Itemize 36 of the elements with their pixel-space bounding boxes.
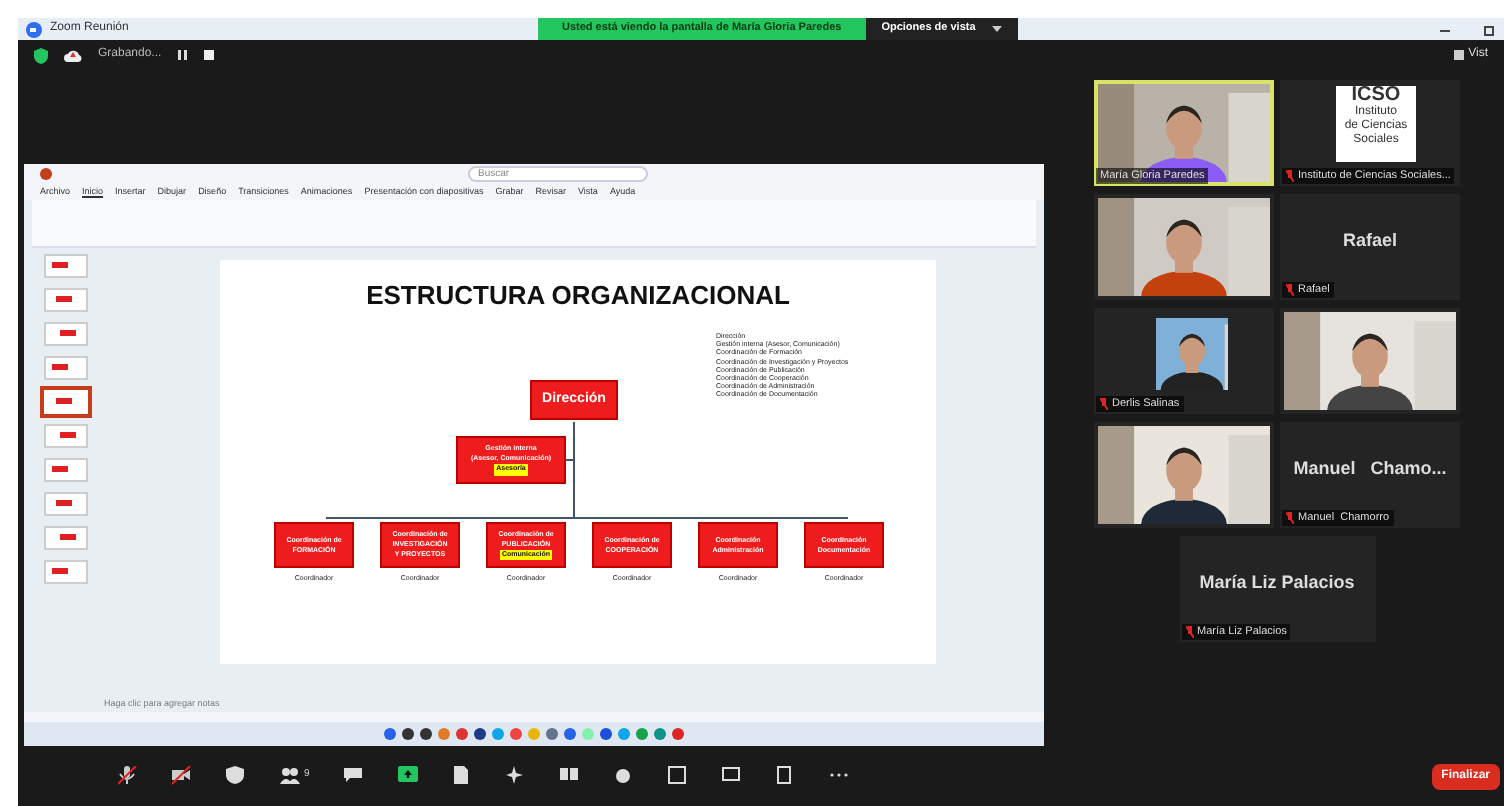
participants-icon[interactable] xyxy=(280,766,300,786)
apps-icon[interactable] xyxy=(667,766,688,786)
reaction-icon[interactable] xyxy=(613,766,634,786)
share-screen-icon[interactable] xyxy=(397,766,418,786)
muted-mic-icon[interactable] xyxy=(118,766,138,786)
whiteboard-icon[interactable] xyxy=(721,766,742,786)
slide-title: ESTRUCTURA ORGANIZACIONAL xyxy=(366,278,790,314)
slide-thumbnail[interactable] xyxy=(44,356,88,380)
slide-thumbnail[interactable] xyxy=(44,424,88,448)
slide-thumbnail[interactable] xyxy=(44,322,88,346)
shield-icon[interactable] xyxy=(226,766,246,786)
participant-name: María Liz Palacios xyxy=(1197,570,1357,596)
slide-thumbnail[interactable] xyxy=(44,526,88,550)
slide-thumbnail[interactable] xyxy=(44,254,88,278)
app-logo-icon xyxy=(40,168,52,180)
cloud-icon xyxy=(64,48,82,62)
document-icon[interactable] xyxy=(451,766,472,786)
stop-icon[interactable] xyxy=(203,50,214,60)
notes-icon[interactable] xyxy=(775,766,796,786)
layout-icon xyxy=(1454,50,1465,60)
shield-icon[interactable] xyxy=(34,47,48,63)
slide-thumbnail[interactable] xyxy=(44,458,88,482)
video-off-icon[interactable] xyxy=(172,766,192,786)
caret-icon xyxy=(991,26,1002,32)
sparkle-icon[interactable] xyxy=(505,766,526,786)
slide-thumbnail[interactable] xyxy=(44,560,88,584)
participant-name: Manuel Chamo... xyxy=(1291,456,1449,482)
layout-icon[interactable] xyxy=(559,766,580,786)
pause-icon[interactable] xyxy=(177,50,188,60)
zoom-logo-icon xyxy=(26,21,42,37)
participant-name: Rafael xyxy=(1340,228,1399,254)
slide-thumbnail[interactable] xyxy=(44,390,88,414)
restore-icon[interactable] xyxy=(1484,23,1496,35)
slide-thumbnail[interactable] xyxy=(44,492,88,516)
slide-thumbnail[interactable] xyxy=(44,288,88,312)
chat-icon[interactable] xyxy=(343,766,364,786)
